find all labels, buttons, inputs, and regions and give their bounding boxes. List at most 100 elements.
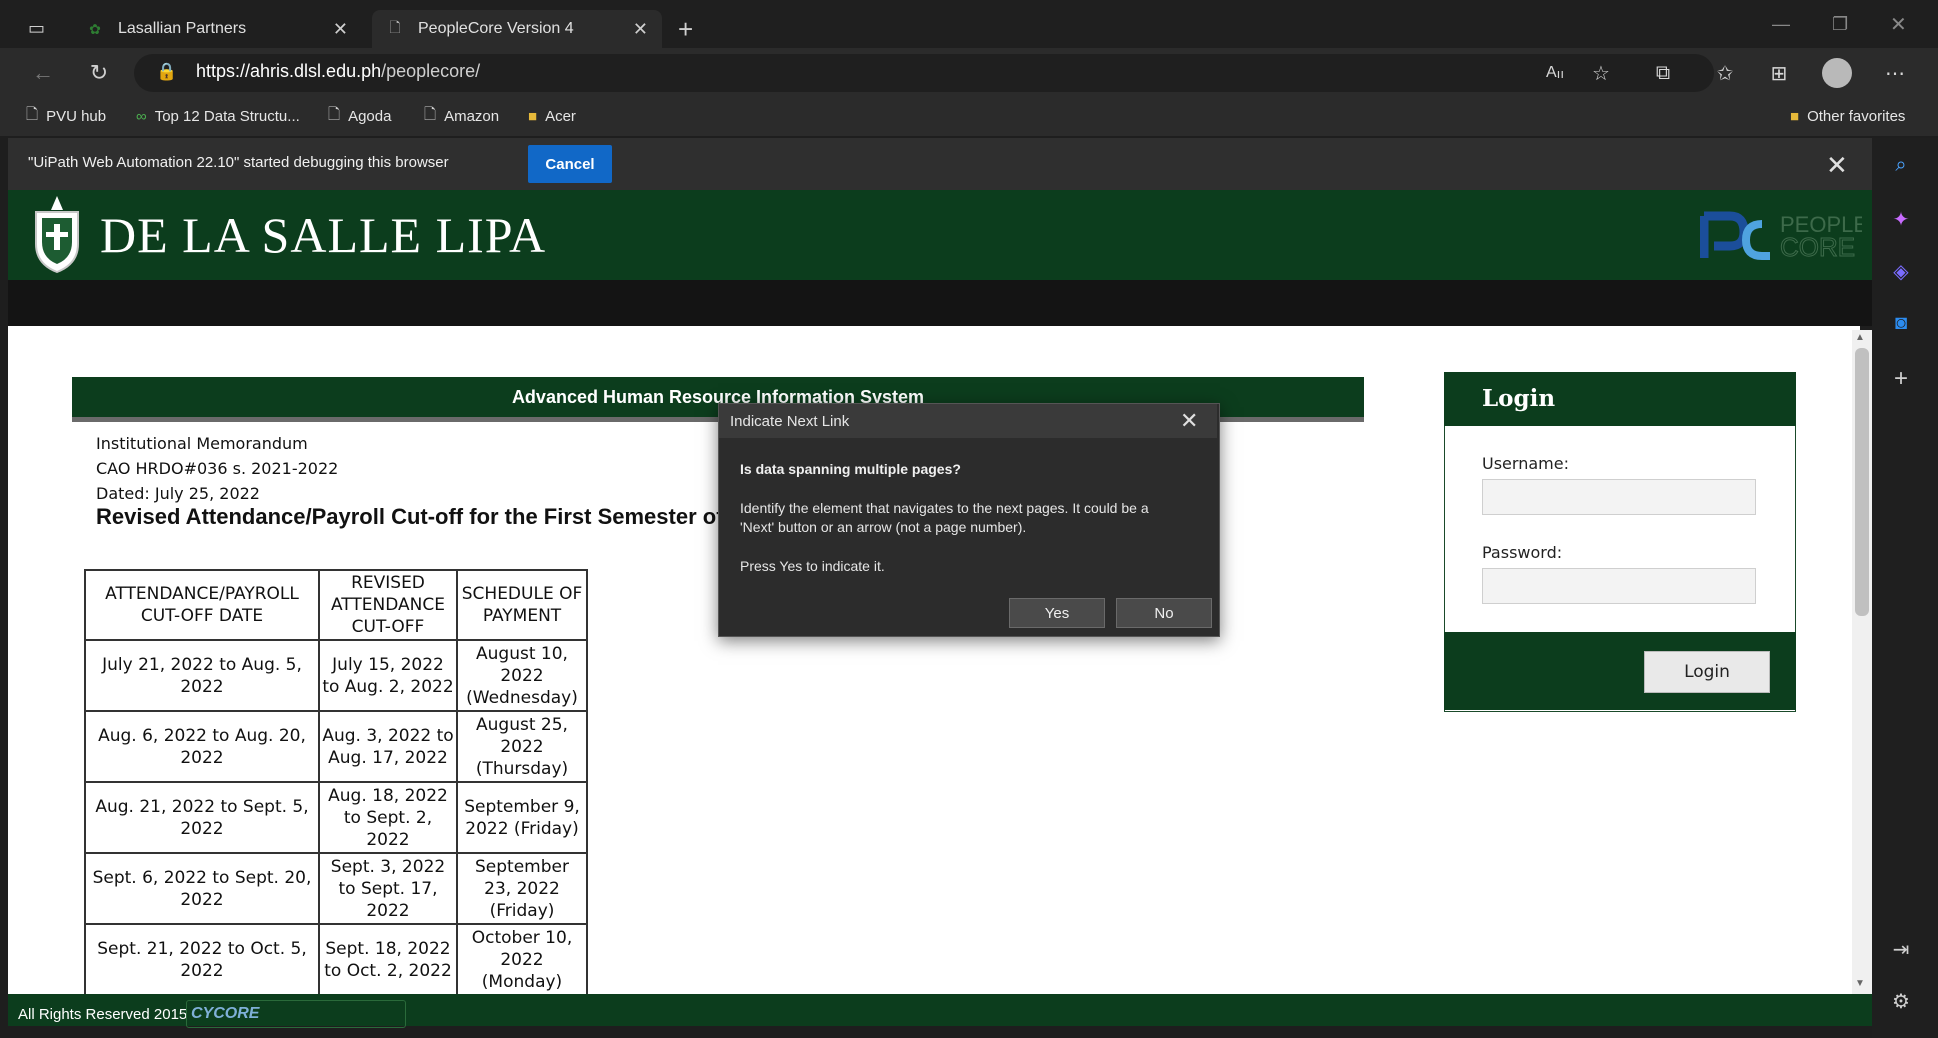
debug-message: "UiPath Web Automation 22.10" started de… <box>28 154 449 171</box>
column-header: REVISED ATTENDANCE CUT-OFF <box>318 569 458 641</box>
folder-icon: ■ <box>1790 107 1800 125</box>
table-cell: Sept. 18, 2022 to Oct. 2, 2022 <box>318 923 458 996</box>
link-icon: ∞ <box>136 107 147 125</box>
collections-icon[interactable]: ⊞ <box>1764 58 1794 88</box>
search-icon[interactable]: ⌕ <box>1886 150 1916 180</box>
favorite-item[interactable]: 🗋 Agoda <box>328 103 391 129</box>
tab-label: PeopleCore Version 4 <box>418 20 574 37</box>
refresh-icon[interactable]: ↻ <box>84 58 114 88</box>
dlsl-seal-icon <box>35 196 79 274</box>
login-button[interactable]: Login <box>1644 651 1770 693</box>
close-infobar-icon[interactable]: ✕ <box>1826 150 1848 181</box>
new-tab-button[interactable]: + <box>678 14 693 45</box>
dialog-close-icon[interactable]: ✕ <box>1180 408 1198 434</box>
tab-actions-icon[interactable]: ▭ <box>28 18 48 38</box>
profile-avatar[interactable] <box>1822 58 1852 88</box>
memo-date: Dated: July 25, 2022 <box>96 484 260 503</box>
table-row: Sept. 21, 2022 to Oct. 5, 2022 Sept. 18,… <box>84 923 588 996</box>
table-row: July 21, 2022 to Aug. 5, 2022 July 15, 2… <box>84 639 588 712</box>
favorite-item[interactable]: 🗋 PVU hub <box>26 103 106 129</box>
tab-close-icon[interactable]: ✕ <box>633 19 648 40</box>
page-icon: 🗋 <box>26 105 39 123</box>
tab-close-icon[interactable]: ✕ <box>333 19 348 40</box>
favorites-icon[interactable]: ✩ <box>1710 58 1740 88</box>
add-favorite-icon[interactable]: ☆ <box>1586 58 1616 88</box>
office-icon[interactable]: ◈ <box>1886 256 1916 286</box>
login-title: Login <box>1482 385 1556 412</box>
table-cell: July 21, 2022 to Aug. 5, 2022 <box>84 639 320 712</box>
url-text[interactable]: https://ahris.dlsl.edu.ph/peoplecore/ <box>196 61 480 82</box>
restore-icon[interactable]: ❐ <box>1832 14 1848 35</box>
memo-line: Institutional Memorandum <box>96 434 308 453</box>
username-label: Username: <box>1482 454 1569 473</box>
scroll-down-icon[interactable]: ▼ <box>1855 978 1865 989</box>
cancel-debug-button[interactable]: Cancel <box>528 145 612 183</box>
folder-icon: ■ <box>528 107 538 125</box>
favorite-item[interactable]: ■ Acer <box>528 103 576 129</box>
table-cell: September 23, 2022 (Friday) <box>456 852 588 925</box>
no-button[interactable]: No <box>1116 598 1212 628</box>
copilot-icon[interactable]: ✦ <box>1886 204 1916 234</box>
table-cell: September 9, 2022 (Friday) <box>456 781 588 854</box>
favorite-item[interactable]: 🗋 Amazon <box>424 103 499 129</box>
table-cell: Aug. 6, 2022 to Aug. 20, 2022 <box>84 710 320 783</box>
url-host: https://ahris.dlsl.edu.ph <box>196 61 382 81</box>
minimize-icon[interactable]: — <box>1772 14 1790 35</box>
table-cell: Sept. 3, 2022 to Sept. 17, 2022 <box>318 852 458 925</box>
dialog-title: Indicate Next Link <box>730 413 850 430</box>
favorite-item[interactable]: ∞ Top 12 Data Structu... <box>136 103 300 129</box>
outlook-icon[interactable]: ◙ <box>1886 308 1916 338</box>
nav-strip <box>8 280 1872 326</box>
scrollbar-thumb[interactable] <box>1855 348 1869 616</box>
yes-button[interactable]: Yes <box>1009 598 1105 628</box>
table-row: Sept. 6, 2022 to Sept. 20, 2022 Sept. 3,… <box>84 852 588 925</box>
page-icon: 🗋 <box>389 19 401 35</box>
favorite-label: Top 12 Data Structu... <box>154 107 300 125</box>
table-row: Aug. 6, 2022 to Aug. 20, 2022 Aug. 3, 20… <box>84 710 588 783</box>
other-favorites-label: Other favorites <box>1807 107 1906 125</box>
close-window-icon[interactable]: ✕ <box>1890 12 1907 37</box>
cycore-logo: CYCORE <box>186 1000 406 1028</box>
settings-icon[interactable]: ⚙ <box>1886 986 1916 1016</box>
add-sidebar-icon[interactable]: + <box>1886 364 1916 394</box>
dialog-instruction: Press Yes to indicate it. <box>740 558 885 574</box>
table-cell: Aug. 21, 2022 to Sept. 5, 2022 <box>84 781 320 854</box>
more-icon[interactable]: ⋯ <box>1880 58 1910 88</box>
other-favorites[interactable]: ■ Other favorites <box>1790 103 1905 129</box>
column-header: ATTENDANCE/PAYROLL CUT-OFF DATE <box>84 569 320 641</box>
lock-icon[interactable]: 🔒 <box>156 62 177 82</box>
page-icon: 🗋 <box>424 105 437 123</box>
copyright-text: All Rights Reserved 2015 <box>18 1006 188 1023</box>
favorite-label: PVU hub <box>46 107 107 125</box>
favorite-label: Acer <box>545 107 576 125</box>
memo-title: Revised Attendance/Payroll Cut-off for t… <box>96 504 724 529</box>
url-path: /peoplecore/ <box>381 61 481 81</box>
table-cell: Aug. 3, 2022 to Aug. 17, 2022 <box>318 710 458 783</box>
read-aloud-icon[interactable]: Aıı <box>1540 58 1570 88</box>
tab-lasallian-partners[interactable]: ✿ Lasallian Partners ✕ <box>72 10 362 48</box>
sidebar-layout-icon[interactable]: ⇥ <box>1886 934 1916 964</box>
column-header: SCHEDULE OF PAYMENT <box>456 569 588 641</box>
extensions-icon[interactable]: ⧉ <box>1648 58 1678 88</box>
password-input[interactable] <box>1482 568 1756 604</box>
scroll-up-icon[interactable]: ▲ <box>1855 332 1865 343</box>
table-cell: Sept. 6, 2022 to Sept. 20, 2022 <box>84 852 320 925</box>
tab-peoplecore[interactable]: 🗋 PeopleCore Version 4 ✕ <box>372 10 662 48</box>
favorite-label: Agoda <box>348 107 392 125</box>
table-cell: August 25, 2022 (Thursday) <box>456 710 588 783</box>
table-header-row: ATTENDANCE/PAYROLL CUT-OFF DATE REVISED … <box>84 569 588 641</box>
favorite-label: Amazon <box>444 107 500 125</box>
username-input[interactable] <box>1482 479 1756 515</box>
table-cell: August 10, 2022 (Wednesday) <box>456 639 588 712</box>
table-cell: July 15, 2022 to Aug. 2, 2022 <box>318 639 458 712</box>
table-row: Aug. 21, 2022 to Sept. 5, 2022 Aug. 18, … <box>84 781 588 854</box>
dialog-body: Identify the element that navigates to t… <box>740 500 1149 535</box>
table-cell: October 10, 2022 (Monday) <box>456 923 588 996</box>
tab-label: Lasallian Partners <box>118 20 247 37</box>
cutoff-schedule-table: ATTENDANCE/PAYROLL CUT-OFF DATE REVISED … <box>84 569 588 996</box>
back-icon[interactable]: ← <box>28 58 58 88</box>
peoplecore-logo: PEOPLE CORE <box>1700 211 1862 263</box>
site-favicon-icon: ✿ <box>89 20 101 37</box>
dialog-question: Is data spanning multiple pages? <box>740 461 961 477</box>
svg-text:CORE: CORE <box>1780 232 1855 262</box>
